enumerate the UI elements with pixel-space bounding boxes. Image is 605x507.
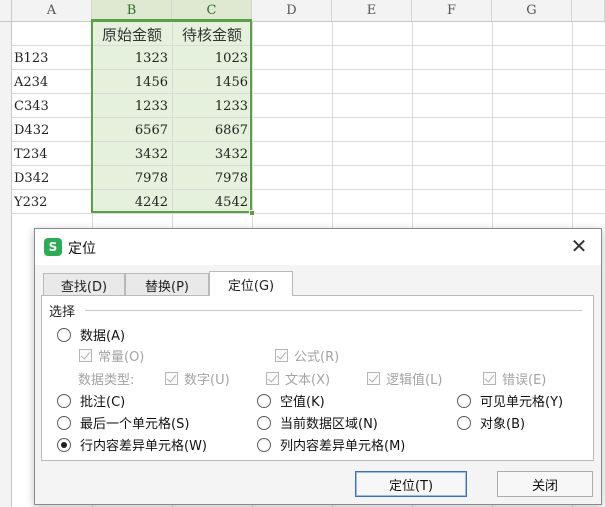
selection-border — [91, 19, 252, 213]
cell-id[interactable]: D432 — [14, 118, 92, 142]
cell-id[interactable]: A234 — [14, 70, 92, 94]
cell-id[interactable]: B123 — [14, 46, 92, 70]
tab-replace[interactable]: 替换(P) — [125, 273, 209, 296]
go-to-dialog: S 定位 ✕ 查找(D) 替换(P) 定位(G) 选择 数据(A) 常量(O) … — [34, 228, 602, 505]
column-header-f[interactable]: F — [412, 0, 492, 22]
radio-button[interactable] — [57, 393, 71, 408]
option-logical[interactable]: 逻辑值(L) — [367, 369, 442, 388]
column-header-e[interactable]: E — [332, 0, 412, 22]
select-all-corner[interactable] — [0, 0, 12, 22]
cell-id[interactable]: Y232 — [14, 190, 92, 214]
option-comment[interactable]: 批注(C) — [57, 391, 125, 410]
checkbox[interactable] — [367, 372, 380, 385]
radio-button[interactable] — [257, 415, 271, 430]
radio-button[interactable] — [257, 437, 271, 452]
option-blank[interactable]: 空值(K) — [257, 391, 325, 410]
option-objects[interactable]: 对象(B) — [457, 413, 525, 432]
close-icon[interactable]: ✕ — [568, 236, 590, 258]
option-formula[interactable]: 公式(R) — [275, 346, 339, 365]
checkbox[interactable] — [165, 372, 178, 385]
option-data[interactable]: 数据(A) — [57, 325, 125, 344]
row-header-strip[interactable] — [0, 22, 12, 507]
column-header-d[interactable]: D — [252, 0, 332, 22]
option-number[interactable]: 数字(U) — [165, 369, 230, 388]
section-divider — [85, 310, 582, 311]
dialog-title: 定位 — [68, 241, 96, 257]
column-header-g[interactable]: G — [492, 0, 572, 22]
checkbox[interactable] — [483, 372, 496, 385]
cell-id[interactable]: T234 — [14, 142, 92, 166]
column-header-h[interactable] — [572, 0, 605, 22]
section-label-select: 选择 — [49, 305, 76, 320]
checkbox[interactable] — [79, 349, 92, 362]
app-logo-icon: S — [44, 238, 62, 256]
option-visible-cells[interactable]: 可见单元格(Y) — [457, 391, 563, 410]
fill-handle[interactable] — [249, 210, 255, 216]
option-row-differences[interactable]: 行内容差异单元格(W) — [57, 435, 207, 454]
checkbox[interactable] — [266, 372, 279, 385]
radio-button[interactable] — [457, 393, 471, 408]
tab-find[interactable]: 查找(D) — [43, 273, 125, 296]
checkbox[interactable] — [275, 349, 288, 362]
option-column-differences[interactable]: 列内容差异单元格(M) — [257, 435, 405, 454]
radio-button-selected[interactable] — [57, 437, 71, 452]
radio-button[interactable] — [257, 393, 271, 408]
tab-goto[interactable]: 定位(G) — [209, 271, 293, 296]
radio-button[interactable] — [57, 415, 71, 430]
column-header-a[interactable]: A — [12, 0, 92, 22]
cell-id[interactable]: D342 — [14, 166, 92, 190]
cell-id[interactable]: C343 — [14, 94, 92, 118]
option-constant[interactable]: 常量(O) — [79, 346, 144, 365]
dialog-titlebar[interactable]: S 定位 ✕ — [35, 229, 601, 265]
option-last-cell[interactable]: 最后一个单元格(S) — [57, 413, 189, 432]
option-current-region[interactable]: 当前数据区域(N) — [257, 413, 378, 432]
close-button[interactable]: 关闭 — [497, 471, 593, 497]
data-type-label: 数据类型: — [78, 373, 135, 388]
locate-button[interactable]: 定位(T) — [355, 471, 467, 497]
option-error[interactable]: 错误(E) — [483, 369, 546, 388]
option-text[interactable]: 文本(X) — [266, 369, 330, 388]
radio-button[interactable] — [457, 415, 471, 430]
radio-button[interactable] — [57, 327, 71, 342]
